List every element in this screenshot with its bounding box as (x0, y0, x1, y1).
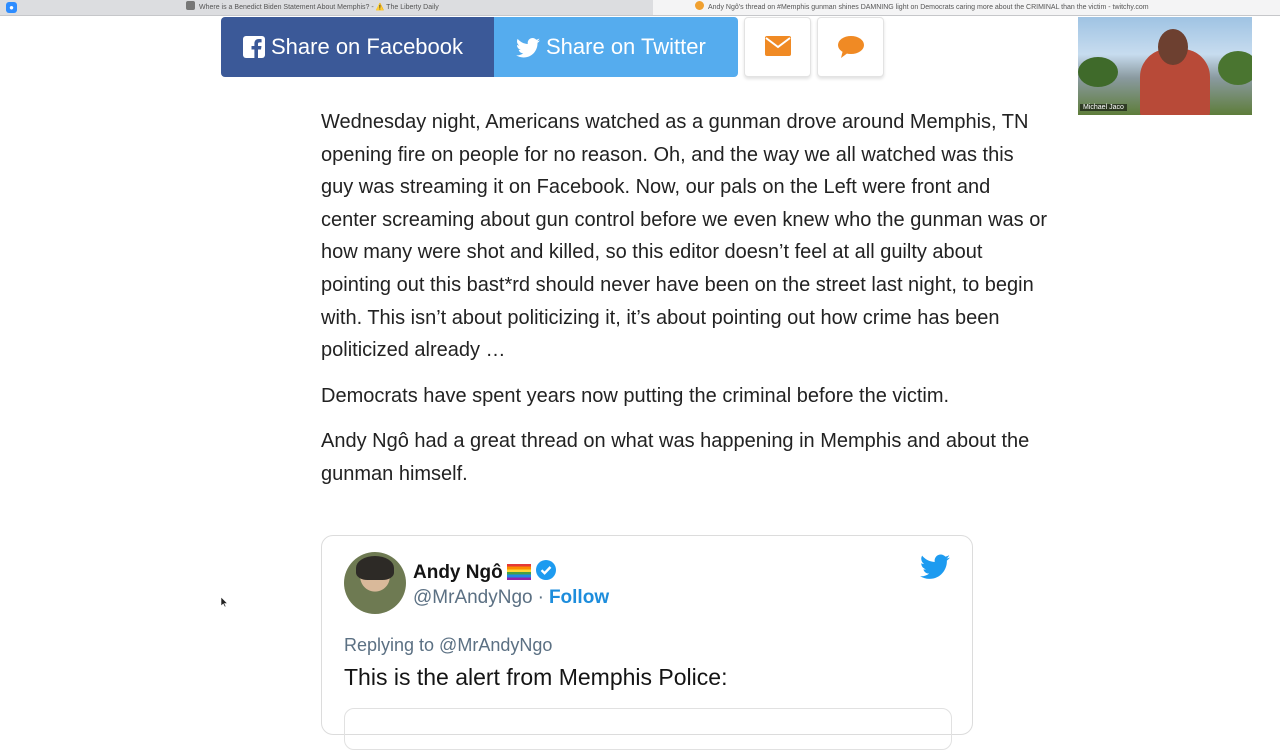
browser-tab-active[interactable]: Andy Ngô's thread on #Memphis gunman shi… (653, 0, 1280, 15)
tweet-author-handle-row: @MrAndyNgo · Follow (413, 587, 609, 609)
article-body: Wednesday night, Americans watched as a … (321, 106, 1051, 491)
tweet-media-card[interactable] (344, 708, 952, 750)
browser-tab[interactable]: Where is a Benedict Biden Statement Abou… (186, 0, 439, 15)
tab-title: Andy Ngô's thread on #Memphis gunman shi… (708, 4, 1149, 11)
mouse-cursor-icon (221, 597, 228, 607)
comment-bubble-icon (837, 36, 864, 58)
tweet-author-handle[interactable]: @MrAndyNgo (413, 587, 533, 608)
follow-button[interactable]: Follow (549, 587, 609, 608)
twitter-bird-icon (516, 38, 540, 58)
site-favicon-icon (186, 1, 195, 10)
share-facebook-button[interactable]: Share on Facebook (221, 17, 494, 77)
verified-badge-icon (535, 560, 556, 580)
separator-dot: · (537, 587, 544, 608)
rainbow-flag-icon (506, 564, 531, 580)
site-favicon-icon (695, 1, 704, 10)
participant-name-label: Michael Jaco (1080, 104, 1127, 111)
envelope-icon (764, 36, 791, 56)
share-facebook-label: Share on Facebook (271, 34, 464, 59)
browser-tab-strip: ● Where is a Benedict Biden Statement Ab… (0, 0, 1280, 16)
share-twitter-label: Share on Twitter (546, 34, 706, 59)
tweet-text: This is the alert from Memphis Police: (344, 664, 728, 690)
facebook-icon (243, 36, 265, 58)
share-email-button[interactable] (744, 17, 811, 77)
article-paragraph: Wednesday night, Americans watched as a … (321, 111, 1047, 362)
avatar[interactable] (344, 552, 406, 614)
article-paragraph: Andy Ngô had a great thread on what was … (321, 430, 1030, 485)
twitter-bird-icon[interactable] (920, 554, 950, 580)
share-twitter-button[interactable]: Share on Twitter (494, 17, 738, 77)
article-paragraph: Democrats have spent years now putting t… (321, 384, 950, 407)
tweet-author-name[interactable]: Andy Ngô (413, 559, 557, 584)
tab-title: Where is a Benedict Biden Statement Abou… (199, 4, 439, 11)
embedded-tweet[interactable]: Andy Ngô @MrAndyNgo · Follow Replying to @… (321, 535, 973, 750)
comments-button[interactable] (817, 17, 884, 77)
replying-to-label[interactable]: Replying to @MrAndyNgo (344, 635, 552, 656)
video-call-thumbnail[interactable] (1078, 17, 1252, 115)
video-app-icon[interactable]: ● (6, 2, 17, 13)
